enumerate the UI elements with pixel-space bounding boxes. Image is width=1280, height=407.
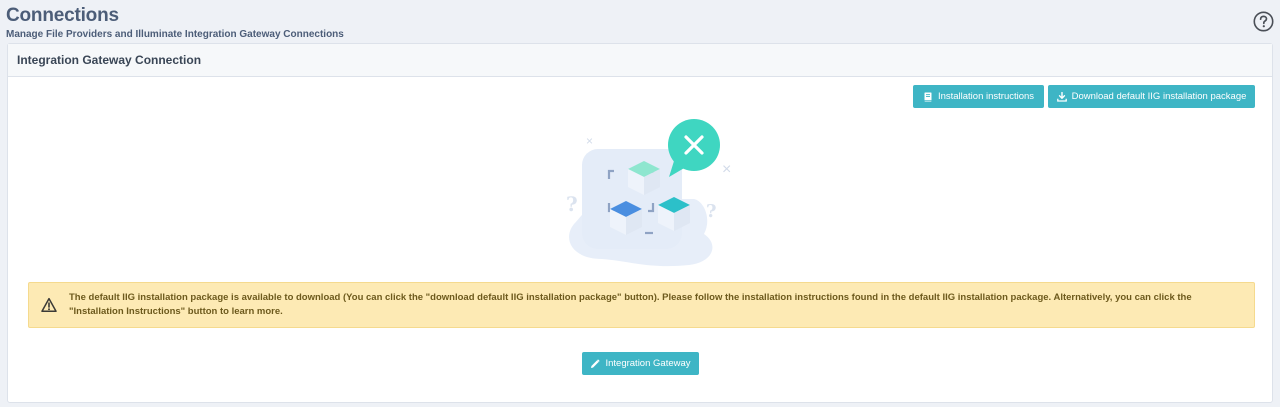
page-header: Connections Manage File Providers and Il… xyxy=(6,4,344,42)
integration-gateway-card: Integration Gateway Connection Installat… xyxy=(7,43,1273,403)
decor-x-mark: × xyxy=(586,134,593,148)
installation-instructions-button[interactable]: Installation instructions xyxy=(913,85,1044,108)
download-package-label: Download default IIG installation packag… xyxy=(1071,91,1247,102)
download-package-button[interactable]: Download default IIG installation packag… xyxy=(1048,85,1255,108)
question-circle-icon[interactable] xyxy=(1253,11,1274,32)
panel-shape xyxy=(582,149,682,249)
download-icon xyxy=(1056,91,1067,102)
disconnected-cubes-illustration: × × ? ? xyxy=(566,119,731,267)
pencil-icon xyxy=(591,358,601,368)
book-icon xyxy=(924,92,932,101)
decor-x-mark: × xyxy=(722,161,731,178)
error-badge-icon xyxy=(668,119,720,177)
decor-question-mark: ? xyxy=(706,201,717,222)
warning-triangle-icon xyxy=(41,297,57,312)
integration-gateway-button[interactable]: Integration Gateway xyxy=(582,352,699,375)
installation-instructions-label: Installation instructions xyxy=(937,91,1035,102)
card-title: Integration Gateway Connection xyxy=(17,53,202,67)
card-header: Integration Gateway Connection xyxy=(8,44,1272,77)
integration-gateway-label: Integration Gateway xyxy=(605,358,691,369)
decor-question-mark: ? xyxy=(566,192,578,216)
alert-message: The default IIG installation package is … xyxy=(69,292,1192,317)
page-subtitle: Manage File Providers and Illuminate Int… xyxy=(6,29,344,40)
page-title: Connections xyxy=(6,5,119,26)
installation-alert: The default IIG installation package is … xyxy=(28,282,1255,328)
